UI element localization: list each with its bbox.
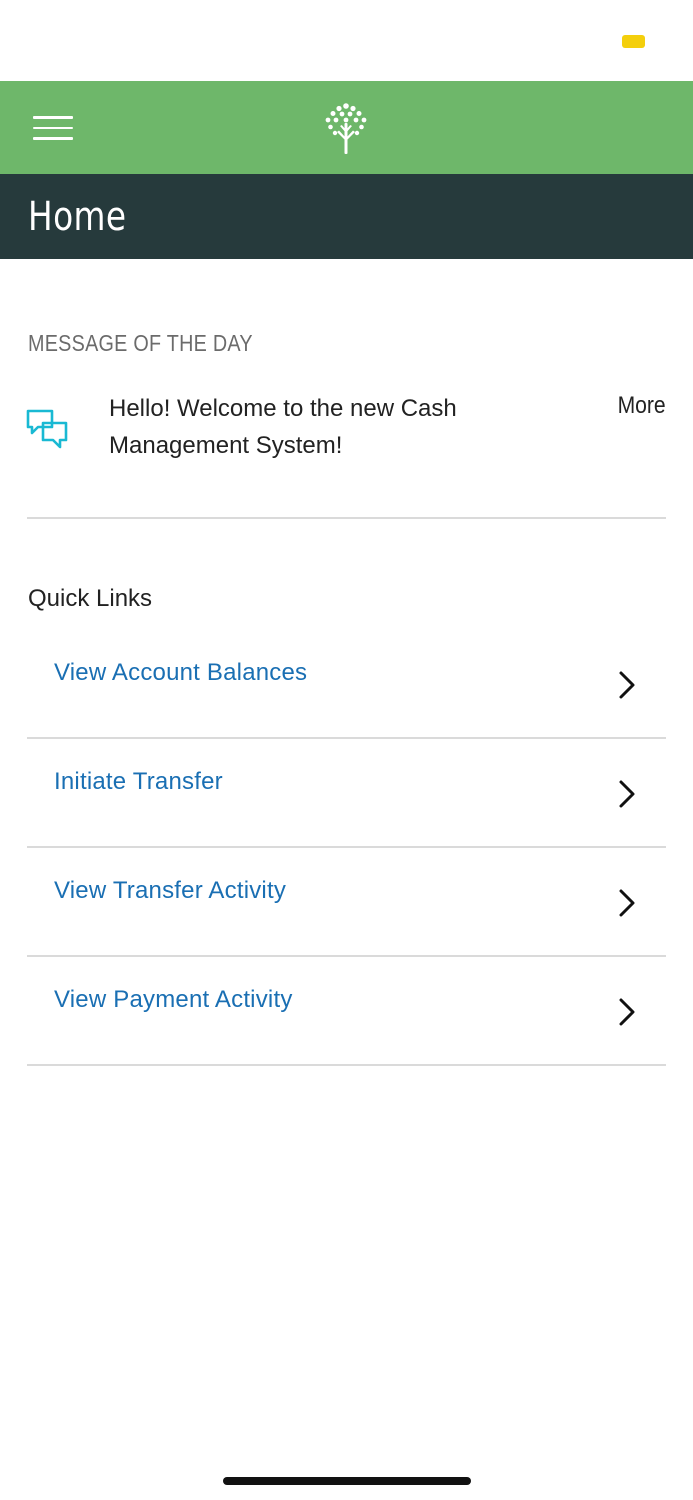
page-title: Home: [28, 194, 127, 240]
home-screen: Home MESSAGE OF THE DAY Hello! Welcome t…: [0, 0, 693, 1500]
chevron-right-icon: [619, 998, 635, 1026]
chevron-right-icon: [619, 780, 635, 808]
quick-links-list: View Account Balances Initiate Transfer …: [27, 630, 666, 1066]
quick-link-label: Initiate Transfer: [54, 768, 223, 795]
chevron-right-icon: [619, 889, 635, 917]
chat-bubbles-icon: [26, 409, 68, 449]
quick-link-view-account-balances[interactable]: View Account Balances: [27, 630, 666, 739]
title-bar: Home: [0, 174, 693, 259]
menu-line: [33, 137, 73, 140]
app-header: [0, 81, 693, 174]
more-link[interactable]: More: [618, 392, 666, 420]
quick-link-view-transfer-activity[interactable]: View Transfer Activity: [27, 848, 666, 957]
tree-logo-icon: [325, 103, 367, 154]
quick-link-view-payment-activity[interactable]: View Payment Activity: [27, 957, 666, 1066]
quick-link-label: View Transfer Activity: [54, 877, 287, 904]
hamburger-menu-icon[interactable]: [22, 103, 84, 153]
menu-line: [33, 126, 73, 130]
quick-link-label: View Account Balances: [54, 659, 308, 686]
quick-link-label: View Payment Activity: [54, 986, 293, 1013]
menu-line: [33, 116, 73, 119]
home-indicator[interactable]: [223, 1477, 471, 1485]
status-bar: [0, 0, 693, 81]
quick-links-heading: Quick Links: [28, 585, 153, 612]
section-divider: [27, 517, 666, 519]
chevron-right-icon: [619, 671, 635, 699]
message-of-the-day-heading: MESSAGE OF THE DAY: [28, 330, 253, 356]
battery-indicator-icon: [622, 35, 645, 48]
message-of-the-day-text: Hello! Welcome to the new Cash Managemen…: [109, 395, 457, 459]
quick-link-initiate-transfer[interactable]: Initiate Transfer: [27, 739, 666, 848]
